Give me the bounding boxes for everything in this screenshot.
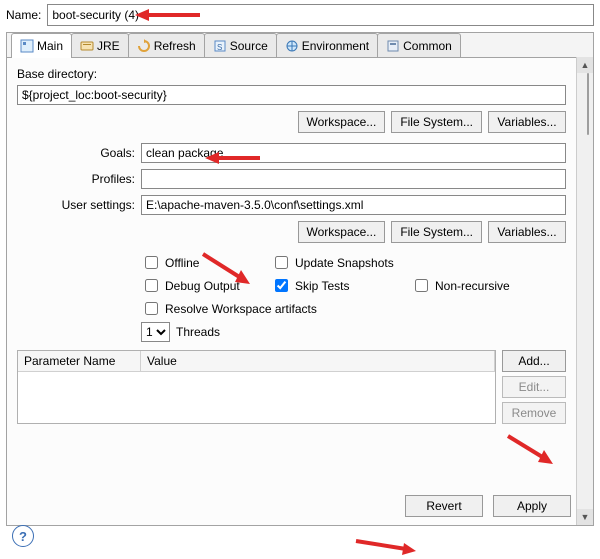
- tab-environment[interactable]: Environment: [276, 33, 378, 57]
- param-add-button[interactable]: Add...: [502, 350, 566, 372]
- annotation-arrow-close: [350, 535, 420, 559]
- tab-common-label: Common: [403, 39, 452, 53]
- usersettings-workspace-button[interactable]: Workspace...: [298, 221, 386, 243]
- resolve-workspace-checkbox-input[interactable]: [145, 302, 158, 315]
- common-tab-icon: [386, 39, 400, 53]
- tab-jre-label: JRE: [97, 39, 120, 53]
- offline-checkbox-input[interactable]: [145, 256, 158, 269]
- base-directory-label: Base directory:: [17, 67, 566, 81]
- threads-select[interactable]: 1: [141, 322, 170, 342]
- name-input[interactable]: [47, 4, 594, 26]
- goals-label: Goals:: [17, 146, 135, 160]
- basedir-variables-button[interactable]: Variables...: [488, 111, 566, 133]
- debug-output-checkbox[interactable]: Debug Output: [141, 276, 271, 295]
- user-settings-input[interactable]: [141, 195, 566, 215]
- threads-label: Threads: [176, 325, 220, 339]
- basedir-workspace-button[interactable]: Workspace...: [298, 111, 386, 133]
- user-settings-label: User settings:: [17, 198, 135, 212]
- skip-tests-checkbox-label: Skip Tests: [295, 279, 349, 293]
- parameters-col-name: Parameter Name: [18, 351, 141, 371]
- parameters-col-value: Value: [141, 351, 495, 371]
- revert-button[interactable]: Revert: [405, 495, 483, 517]
- apply-button[interactable]: Apply: [493, 495, 571, 517]
- param-remove-button[interactable]: Remove: [502, 402, 566, 424]
- goals-input[interactable]: [141, 143, 566, 163]
- skip-tests-checkbox[interactable]: Skip Tests: [271, 276, 411, 295]
- update-snapshots-checkbox[interactable]: Update Snapshots: [271, 253, 411, 272]
- scroll-down-icon[interactable]: ▼: [577, 509, 593, 525]
- param-edit-button[interactable]: Edit...: [502, 376, 566, 398]
- tab-strip: Main JRE Refresh S Source Environment Co…: [7, 33, 593, 58]
- usersettings-variables-button[interactable]: Variables...: [488, 221, 566, 243]
- refresh-tab-icon: [137, 39, 151, 53]
- main-tab-icon: [20, 39, 34, 53]
- parameters-table[interactable]: Parameter Name Value: [17, 350, 496, 424]
- tab-main-label: Main: [37, 39, 63, 53]
- resolve-workspace-checkbox[interactable]: Resolve Workspace artifacts: [141, 299, 551, 318]
- tab-common[interactable]: Common: [377, 33, 461, 57]
- non-recursive-checkbox-input[interactable]: [415, 279, 428, 292]
- offline-checkbox-label: Offline: [165, 256, 199, 270]
- source-tab-icon: S: [213, 39, 227, 53]
- scroll-up-icon[interactable]: ▲: [577, 57, 593, 73]
- profiles-input[interactable]: [141, 169, 566, 189]
- debug-output-checkbox-label: Debug Output: [165, 279, 240, 293]
- tab-refresh[interactable]: Refresh: [128, 33, 205, 57]
- non-recursive-checkbox[interactable]: Non-recursive: [411, 276, 551, 295]
- tab-source[interactable]: S Source: [204, 33, 277, 57]
- debug-output-checkbox-input[interactable]: [145, 279, 158, 292]
- resolve-workspace-checkbox-label: Resolve Workspace artifacts: [165, 302, 317, 316]
- jre-tab-icon: [80, 39, 94, 53]
- tab-jre[interactable]: JRE: [71, 33, 129, 57]
- tab-refresh-label: Refresh: [154, 39, 196, 53]
- basedir-filesystem-button[interactable]: File System...: [391, 111, 482, 133]
- skip-tests-checkbox-input[interactable]: [275, 279, 288, 292]
- scroll-thumb[interactable]: [587, 73, 589, 135]
- update-snapshots-checkbox-label: Update Snapshots: [295, 256, 394, 270]
- offline-checkbox[interactable]: Offline: [141, 253, 271, 272]
- base-directory-input[interactable]: [17, 85, 566, 105]
- profiles-label: Profiles:: [17, 172, 135, 186]
- environment-tab-icon: [285, 39, 299, 53]
- update-snapshots-checkbox-input[interactable]: [275, 256, 288, 269]
- tab-source-label: Source: [230, 39, 268, 53]
- tab-environment-label: Environment: [302, 39, 369, 53]
- name-label: Name:: [6, 8, 41, 22]
- svg-text:S: S: [217, 43, 222, 52]
- tab-main[interactable]: Main: [11, 33, 72, 57]
- help-icon[interactable]: ?: [12, 525, 34, 547]
- non-recursive-checkbox-label: Non-recursive: [435, 279, 510, 293]
- scrollbar[interactable]: ▲ ▼: [576, 57, 593, 525]
- usersettings-filesystem-button[interactable]: File System...: [391, 221, 482, 243]
